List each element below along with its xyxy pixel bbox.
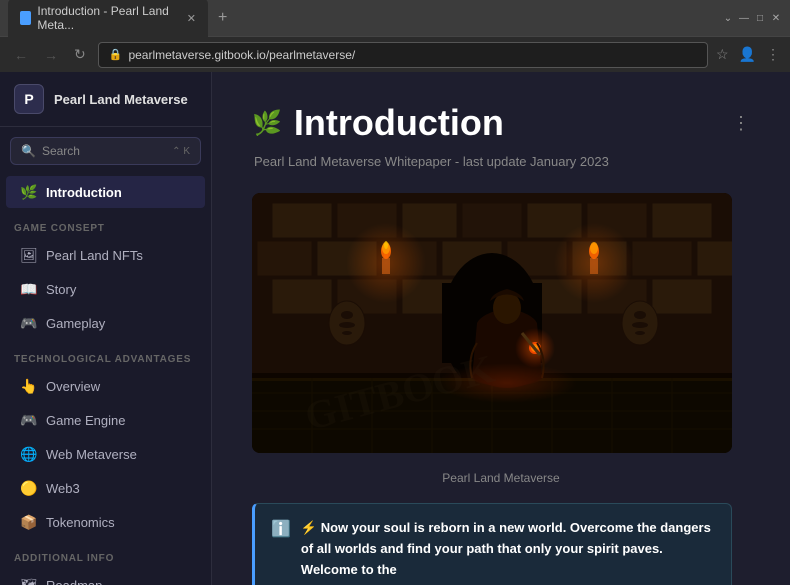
story-icon: 📖 <box>20 280 38 298</box>
win-minimize-button[interactable]: — <box>738 12 750 24</box>
introduction-label: Introduction <box>46 185 122 200</box>
sidebar-search[interactable]: 🔍 Search ⌃ K <box>10 137 201 165</box>
gameplay-label: Gameplay <box>46 316 105 331</box>
page-subtitle: Pearl Land Metaverse Whitepaper - last u… <box>254 154 750 169</box>
page-title-row: 🌿 Introduction ⋮ <box>252 102 750 144</box>
url-text: pearlmetaverse.gitbook.io/pearlmetaverse… <box>128 48 355 62</box>
tab-title: Introduction - Pearl Land Meta... <box>37 4 176 32</box>
web3-label: Web3 <box>46 481 80 496</box>
web-metaverse-label: Web Metaverse <box>46 447 137 462</box>
image-caption: Pearl Land Metaverse <box>252 463 750 489</box>
site-logo: P <box>14 84 44 114</box>
browser-tab[interactable]: Introduction - Pearl Land Meta... ✕ <box>8 0 208 38</box>
address-bar: ← → ↻ 🔒 pearlmetaverse.gitbook.io/pearlm… <box>0 36 790 72</box>
site-name: Pearl Land Metaverse <box>54 92 188 107</box>
sidebar-item-roadmap[interactable]: 🗺 Roadmap <box>6 569 205 585</box>
sidebar-item-web3[interactable]: 🟡 Web3 <box>6 472 205 504</box>
title-bar: Introduction - Pearl Land Meta... ✕ + ⌄ … <box>0 0 790 36</box>
win-close-button[interactable]: ✕ <box>770 12 782 24</box>
web3-icon: 🟡 <box>20 479 38 497</box>
menu-icon[interactable]: ⋮ <box>766 46 780 63</box>
nav-back-button[interactable]: ← <box>10 45 32 65</box>
tab-favicon <box>20 11 31 25</box>
browser-chrome: Introduction - Pearl Land Meta... ✕ + ⌄ … <box>0 0 790 72</box>
game-engine-label: Game Engine <box>46 413 126 428</box>
overview-label: Overview <box>46 379 100 394</box>
nav-forward-button[interactable]: → <box>40 45 62 65</box>
section-label-game-consept: GAME CONSEPT <box>0 209 211 238</box>
sidebar-item-overview[interactable]: 👆 Overview <box>6 370 205 402</box>
introduction-icon: 🌿 <box>20 183 38 201</box>
overview-icon: 👆 <box>20 377 38 395</box>
profile-icon[interactable]: 👤 <box>739 46 756 63</box>
info-text: ⚡ Now your soul is reborn in a new world… <box>301 518 715 580</box>
info-icon: ℹ️ <box>271 519 291 580</box>
sidebar-item-story[interactable]: 📖 Story <box>6 273 205 305</box>
info-box: ℹ️ ⚡ Now your soul is reborn in a new wo… <box>252 503 732 585</box>
content-inner: 🌿 Introduction ⋮ Pearl Land Metaverse Wh… <box>212 72 790 585</box>
game-engine-icon: 🎮 <box>20 411 38 429</box>
search-label: Search <box>42 144 80 158</box>
page-layout: P Pearl Land Metaverse 🔍 Search ⌃ K 🌿 In… <box>0 72 790 585</box>
win-chevron-button[interactable]: ⌄ <box>722 12 734 24</box>
sidebar: P Pearl Land Metaverse 🔍 Search ⌃ K 🌿 In… <box>0 72 212 585</box>
tab-close-button[interactable]: ✕ <box>187 12 196 25</box>
sidebar-item-game-engine[interactable]: 🎮 Game Engine <box>6 404 205 436</box>
gameplay-icon: 🎮 <box>20 314 38 332</box>
sidebar-item-tokenomics[interactable]: 📦 Tokenomics <box>6 506 205 538</box>
sidebar-item-pearl-land-nfts[interactable]: 🖼 Pearl Land NFTs <box>6 239 205 271</box>
game-screenshot: GITBOOK <box>252 193 732 453</box>
game-image-container: GITBOOK <box>252 193 732 453</box>
bookmark-icon[interactable]: ☆ <box>716 46 729 63</box>
pearl-land-nfts-label: Pearl Land NFTs <box>46 248 143 263</box>
nav-refresh-button[interactable]: ↻ <box>70 44 90 65</box>
address-bar-icons: ☆ 👤 ⋮ <box>716 46 780 63</box>
story-label: Story <box>46 282 76 297</box>
search-icon: 🔍 <box>21 144 36 158</box>
web-metaverse-icon: 🌐 <box>20 445 38 463</box>
lock-icon: 🔒 <box>109 48 123 61</box>
window-controls: ⌄ — □ ✕ <box>722 12 782 24</box>
pearl-land-nfts-icon: 🖼 <box>20 246 38 264</box>
more-options-button[interactable]: ⋮ <box>732 113 750 134</box>
roadmap-icon: 🗺 <box>20 576 38 585</box>
page-title-icon: 🌿 <box>252 109 282 138</box>
url-bar[interactable]: 🔒 pearlmetaverse.gitbook.io/pearlmetaver… <box>98 42 708 68</box>
sidebar-item-web-metaverse[interactable]: 🌐 Web Metaverse <box>6 438 205 470</box>
roadmap-label: Roadmap <box>46 578 102 585</box>
sidebar-item-introduction[interactable]: 🌿 Introduction <box>6 176 205 208</box>
search-kbd: ⌃ K <box>172 146 190 157</box>
tokenomics-icon: 📦 <box>20 513 38 531</box>
main-content: 🌿 Introduction ⋮ Pearl Land Metaverse Wh… <box>212 72 790 585</box>
new-tab-button[interactable]: + <box>212 9 233 27</box>
section-label-additional: ADDITIONAL INFO <box>0 539 211 568</box>
tokenomics-label: Tokenomics <box>46 515 115 530</box>
section-label-tech: TECHNOLOGICAL ADVANTAGES <box>0 340 211 369</box>
sidebar-item-gameplay[interactable]: 🎮 Gameplay <box>6 307 205 339</box>
page-title: Introduction <box>294 102 504 144</box>
sidebar-header: P Pearl Land Metaverse <box>0 72 211 127</box>
win-maximize-button[interactable]: □ <box>754 12 766 24</box>
